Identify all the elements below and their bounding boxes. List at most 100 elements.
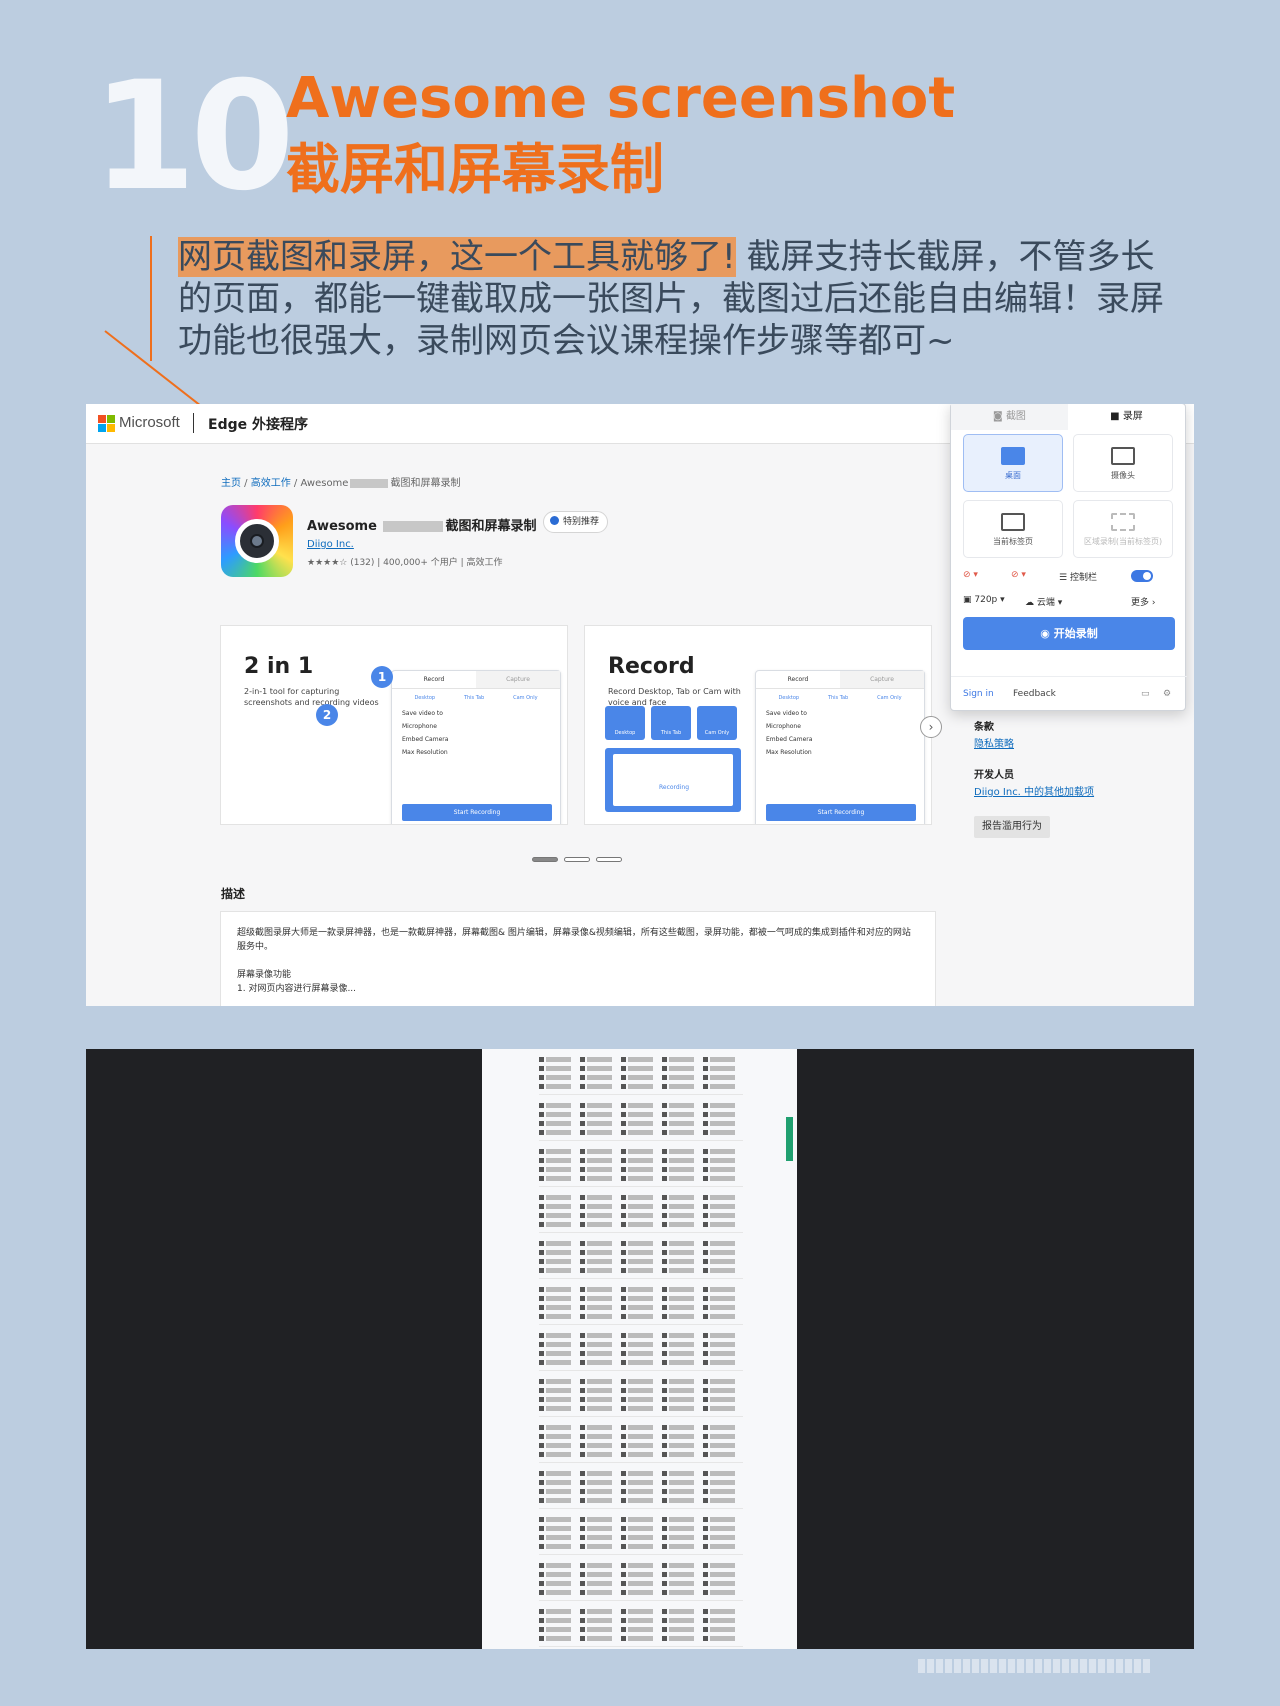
report-abuse-button[interactable]: 报告滥用行为: [974, 816, 1050, 838]
intro-paragraph: 网页截图和录屏，这一个工具就够了! 截屏支持长截屏，不管多长的页面，都能一键截取…: [178, 236, 1188, 362]
meta-text: (132) | 400,000+ 个用户 | 高效工作: [350, 558, 503, 568]
featured-badge-label: 特别推荐: [563, 517, 600, 527]
long-capture-screenshot: [86, 1049, 1194, 1649]
big-number: 10: [92, 50, 295, 224]
folder-icon[interactable]: ▭: [1141, 677, 1150, 711]
description-text: 屏幕录像功能: [237, 970, 292, 980]
mock-row: Save video to: [402, 710, 443, 717]
mode-region[interactable]: 区域录制(当前标签页): [1073, 500, 1173, 558]
mode-camera[interactable]: 摄像头: [1073, 434, 1173, 492]
store-section-link[interactable]: Edge 外接程序: [208, 414, 308, 434]
title-chinese: 截屏和屏幕录制: [286, 138, 664, 201]
controls-toggle-label: ☰ 控制栏: [1059, 573, 1097, 583]
title-english: Awesome screenshot: [286, 66, 956, 131]
mode-label: 摄像头: [1111, 471, 1135, 480]
monitor-icon: Recording: [605, 748, 741, 812]
pager-dot[interactable]: [596, 857, 622, 862]
thumbnail-group: [539, 1463, 743, 1509]
mock-tab-record: Record: [423, 676, 445, 683]
breadcrumb-suffix: 截图和屏幕录制: [390, 478, 461, 489]
terms-heading: 条款: [974, 722, 994, 733]
step-bubble: 1: [371, 666, 393, 688]
breadcrumb: 主页 / 高效工作 / Awesome 截图和屏幕录制: [221, 478, 461, 489]
thumbnail-group: [539, 1371, 743, 1417]
app-title-prefix: Awesome: [307, 519, 377, 534]
mock-row: Max Resolution: [766, 749, 812, 756]
mock-tile: Cam Only: [697, 706, 737, 740]
redaction-bar: [383, 521, 444, 532]
app-meta: ★★★★☆ (132) | 400,000+ 个用户 | 高效工作: [307, 555, 503, 568]
mock-tab-capture: Capture: [476, 671, 560, 688]
region-select-icon: [1111, 513, 1135, 531]
mini-popup-mock: Record Capture Desktop This Tab Cam Only Sa…: [391, 670, 561, 824]
captured-page-rows: [539, 1049, 743, 1647]
breadcrumb-home[interactable]: 主页: [221, 478, 241, 489]
card-subtitle: Record Desktop, Tab or Cam with voice an…: [608, 687, 741, 707]
mock-icon-label: Desktop: [778, 695, 800, 701]
more-addons-link[interactable]: Diigo Inc. 中的其他加载项: [974, 783, 1094, 798]
card-subtitle: 2-in-1 tool for capturing screenshots an…: [244, 687, 379, 707]
settings-gear-icon[interactable]: ⚙: [1163, 677, 1171, 711]
start-recording-button[interactable]: ◉ 开始录制: [963, 617, 1175, 650]
popup-footer: Sign in Feedback ▭ ⚙: [951, 676, 1187, 710]
side-handle[interactable]: [786, 1117, 793, 1161]
featured-badge: 特别推荐: [543, 511, 609, 533]
camera-off-icon[interactable]: ⊘ ▾: [963, 570, 978, 580]
pager-dot[interactable]: [564, 857, 590, 862]
developer-heading: 开发人员: [974, 770, 1014, 781]
mock-tile: Desktop: [605, 706, 645, 740]
breadcrumb-category[interactable]: 高效工作: [251, 478, 291, 489]
mock-icon-label: Cam Only: [877, 695, 902, 701]
tab-record[interactable]: ■ 录屏: [1068, 404, 1185, 430]
carousel-next-icon[interactable]: ›: [920, 716, 942, 738]
thumbnail-group: [539, 1417, 743, 1463]
desktop-icon: [1001, 447, 1025, 465]
mock-row: Embed Camera: [766, 736, 813, 743]
more-link[interactable]: 更多 ›: [1131, 595, 1155, 608]
start-label: 开始录制: [1053, 627, 1098, 640]
tab-capture-label: 截图: [1005, 411, 1026, 422]
mini-popup-mock: Record Capture Desktop This Tab Cam Only Sa…: [755, 670, 925, 824]
mock-tab-record: Record: [787, 676, 809, 683]
storage-select[interactable]: ☁ 云端 ▾: [1025, 595, 1062, 608]
mock-recording-label: Recording: [659, 784, 690, 791]
thumbnail-group: [539, 1555, 743, 1601]
intro-highlight: 网页截图和录屏，这一个工具就够了!: [178, 237, 736, 277]
description-text: 超级截图录屏大师是一款录屏神器，也是一款截屏神器，屏幕截图& 图片编辑，屏幕录像…: [237, 928, 911, 952]
mock-icon-label: This Tab: [463, 695, 485, 701]
resolution-select[interactable]: ▣ 720p ▾: [963, 595, 1005, 605]
tab-capture[interactable]: ◙ 截图: [951, 404, 1068, 430]
screenshot-card-record[interactable]: Record Record Desktop, Tab or Cam with v…: [584, 625, 932, 825]
camera-lens-icon: [235, 519, 279, 563]
controls-toggle[interactable]: [1131, 570, 1153, 582]
mode-label: 桌面: [1005, 471, 1021, 480]
pager-dot[interactable]: [532, 857, 558, 862]
developer-link[interactable]: Diigo Inc.: [307, 539, 354, 550]
decor-vertical-line: [150, 236, 152, 361]
mock-row: Max Resolution: [402, 749, 448, 756]
mode-current-tab[interactable]: 当前标签页: [963, 500, 1063, 558]
microsoft-logo-icon: [98, 415, 115, 432]
storage-value: 云端: [1036, 598, 1055, 608]
privacy-link[interactable]: 隐私策略: [974, 735, 1014, 750]
mic-off-icon[interactable]: ⊘ ▾: [1011, 570, 1026, 580]
description-box: 超级截图录屏大师是一款录屏神器，也是一款截屏神器，屏幕截图& 图片编辑，屏幕录像…: [220, 911, 936, 1006]
topbar-divider: [193, 413, 194, 433]
thumbnail-group: [539, 1095, 743, 1141]
rating-stars: ★★★★☆: [307, 558, 348, 568]
mock-icon-label: Desktop: [414, 695, 436, 701]
description-heading: 描述: [221, 887, 246, 901]
mode-desktop[interactable]: 桌面: [963, 434, 1063, 492]
mode-label: 区域录制(当前标签页): [1083, 537, 1163, 546]
camera-icon: [1111, 447, 1135, 465]
thumbnail-group: [539, 1325, 743, 1371]
sign-in-link[interactable]: Sign in: [963, 677, 994, 711]
controls-label: 控制栏: [1069, 573, 1097, 583]
mock-row: Save video to: [766, 710, 807, 717]
screenshot-card-2in1[interactable]: 2 in 1 2-in-1 tool for capturing screens…: [220, 625, 568, 825]
thumbnail-group: [539, 1509, 743, 1555]
app-title: Awesome 截图和屏幕录制: [307, 515, 536, 534]
feedback-link[interactable]: Feedback: [1013, 677, 1056, 711]
brand-name[interactable]: Microsoft: [119, 414, 180, 431]
step-bubble: 2: [316, 704, 338, 726]
